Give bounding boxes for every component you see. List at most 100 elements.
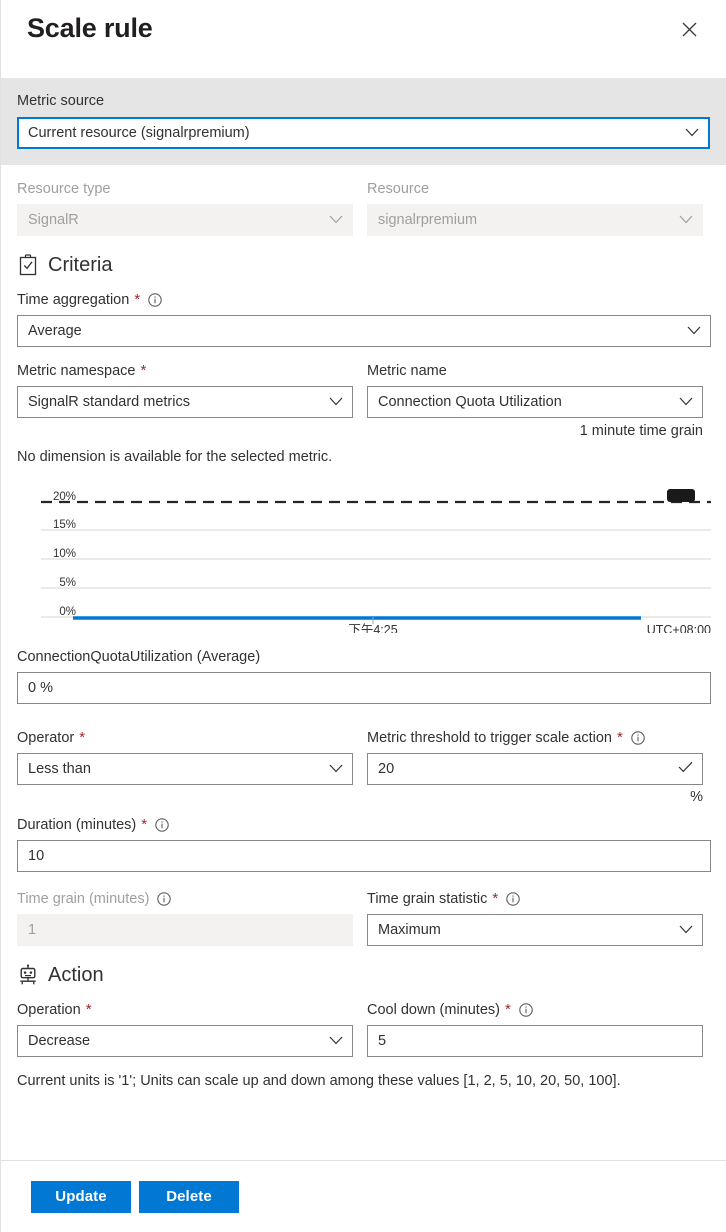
operator-select[interactable]: Less than <box>17 753 353 785</box>
time-aggregation-field: Time aggregation* Average <box>17 290 710 347</box>
resource-name-value: signalrpremium <box>378 210 477 230</box>
time-grain-field: Time grain (minutes) 1 <box>17 889 353 946</box>
x-tick-label: 下午4:25 <box>348 623 397 633</box>
info-icon[interactable] <box>157 892 171 906</box>
required-marker: * <box>141 818 147 832</box>
chevron-down-icon <box>687 323 701 339</box>
y-tick-0: 0% <box>59 606 76 618</box>
y-tick-20: 20% <box>53 491 76 503</box>
metric-readout-field: ConnectionQuotaUtilization (Average) 0 % <box>17 647 710 704</box>
clipboard-check-icon <box>17 254 39 276</box>
info-icon[interactable] <box>631 731 645 745</box>
resource-type-label: Resource type <box>17 179 353 199</box>
metric-readout-input[interactable]: 0 % <box>17 672 711 704</box>
close-icon[interactable] <box>674 14 704 44</box>
required-marker: * <box>505 1003 511 1017</box>
info-icon[interactable] <box>148 293 162 307</box>
time-grain-hint: 1 minute time grain <box>367 422 703 440</box>
required-marker: * <box>134 293 140 307</box>
time-aggregation-select[interactable]: Average <box>17 315 711 347</box>
chevron-down-icon <box>329 1033 343 1049</box>
timezone-label: UTC+08:00 <box>647 623 711 633</box>
action-section-heading: Action <box>17 962 710 988</box>
close-glyph <box>682 22 697 37</box>
chart-svg: 20% 15% 10% 5% 0% 下午4:25 UTC+08:00 <box>17 481 711 633</box>
robot-icon <box>17 964 39 986</box>
metric-namespace-label: Metric namespace* <box>17 361 353 381</box>
operation-field: Operation* Decrease <box>17 1000 353 1057</box>
cooldown-field: Cool down (minutes)* 5 <box>367 1000 703 1057</box>
threshold-value: 20 <box>378 759 394 779</box>
time-grain-statistic-label: Time grain statistic* <box>367 889 703 909</box>
operation-value: Decrease <box>28 1031 90 1051</box>
chevron-down-icon <box>679 212 693 228</box>
operator-label: Operator* <box>17 728 353 748</box>
scale-rule-panel: Scale rule Metric source Current resourc… <box>0 0 726 1232</box>
chevron-down-icon <box>329 761 343 777</box>
metric-namespace-field: Metric namespace* SignalR standard metri… <box>17 361 353 440</box>
duration-field: Duration (minutes)* 10 <box>17 815 710 872</box>
duration-value: 10 <box>28 846 44 866</box>
update-button[interactable]: Update <box>31 1181 131 1213</box>
y-tick-15: 15% <box>53 519 76 531</box>
metric-name-field: Metric name Connection Quota Utilization… <box>367 361 703 440</box>
time-grain-row: Time grain (minutes) 1 Time grain statis… <box>17 889 710 946</box>
duration-input[interactable]: 10 <box>17 840 711 872</box>
time-grain-statistic-value: Maximum <box>378 920 441 940</box>
resource-row: Resource type SignalR Resource signalrpr… <box>17 179 710 236</box>
units-note: Current units is '1'; Units can scale up… <box>17 1071 710 1091</box>
cooldown-input[interactable]: 5 <box>367 1025 703 1057</box>
resource-type-field: Resource type SignalR <box>17 179 353 236</box>
delete-button[interactable]: Delete <box>139 1181 239 1213</box>
chevron-down-icon <box>685 125 699 141</box>
operation-cooldown-row: Operation* Decrease Cool down (minutes)* <box>17 1000 710 1057</box>
required-marker: * <box>492 892 498 906</box>
time-grain-statistic-field: Time grain statistic* Maximum <box>367 889 703 946</box>
y-tick-5: 5% <box>59 577 76 589</box>
metric-preview-chart[interactable]: 20% 15% 10% 5% 0% 下午4:25 UTC+08:00 <box>17 481 711 633</box>
operator-threshold-row: Operator* Less than Metric threshold to … <box>17 728 710 806</box>
panel-header: Scale rule <box>1 0 726 78</box>
metric-source-select[interactable]: Current resource (signalrpremium) <box>17 117 710 149</box>
cooldown-label: Cool down (minutes)* <box>367 1000 703 1020</box>
required-marker: * <box>617 731 623 745</box>
operation-label: Operation* <box>17 1000 353 1020</box>
chevron-down-icon <box>679 394 693 410</box>
time-grain-value: 1 <box>28 920 36 940</box>
info-icon[interactable] <box>506 892 520 906</box>
metric-readout-value: 0 % <box>28 678 53 698</box>
chevron-down-icon <box>329 212 343 228</box>
info-icon[interactable] <box>519 1003 533 1017</box>
cooldown-value: 5 <box>378 1031 386 1051</box>
action-title: Action <box>48 962 104 988</box>
metric-name-label: Metric name <box>367 361 703 381</box>
metric-source-label: Metric source <box>17 91 710 111</box>
panel-footer: Update Delete <box>1 1160 726 1232</box>
metric-source-value: Current resource (signalrpremium) <box>28 123 250 143</box>
panel-body: Resource type SignalR Resource signalrpr… <box>1 165 726 1232</box>
operation-select[interactable]: Decrease <box>17 1025 353 1057</box>
resource-type-select: SignalR <box>17 204 353 236</box>
info-icon[interactable] <box>155 818 169 832</box>
dimension-note: No dimension is available for the select… <box>17 447 710 467</box>
required-marker: * <box>86 1003 92 1017</box>
criteria-section-heading: Criteria <box>17 252 710 278</box>
operator-value: Less than <box>28 759 91 779</box>
metric-source-section: Metric source Current resource (signalrp… <box>1 78 726 165</box>
chevron-down-icon <box>679 922 693 938</box>
metric-namespace-select[interactable]: SignalR standard metrics <box>17 386 353 418</box>
time-aggregation-label: Time aggregation* <box>17 290 710 310</box>
metric-name-select[interactable]: Connection Quota Utilization <box>367 386 703 418</box>
time-grain-label: Time grain (minutes) <box>17 889 353 909</box>
valid-check-icon <box>678 761 693 777</box>
required-marker: * <box>140 364 146 378</box>
threshold-unit: % <box>367 788 703 806</box>
metric-row: Metric namespace* SignalR standard metri… <box>17 361 710 440</box>
time-grain-statistic-select[interactable]: Maximum <box>367 914 703 946</box>
resource-name-select: signalrpremium <box>367 204 703 236</box>
required-marker: * <box>79 731 85 745</box>
criteria-title: Criteria <box>48 252 112 278</box>
time-aggregation-value: Average <box>28 321 82 341</box>
resource-type-value: SignalR <box>28 210 79 230</box>
threshold-input[interactable]: 20 <box>367 753 703 785</box>
